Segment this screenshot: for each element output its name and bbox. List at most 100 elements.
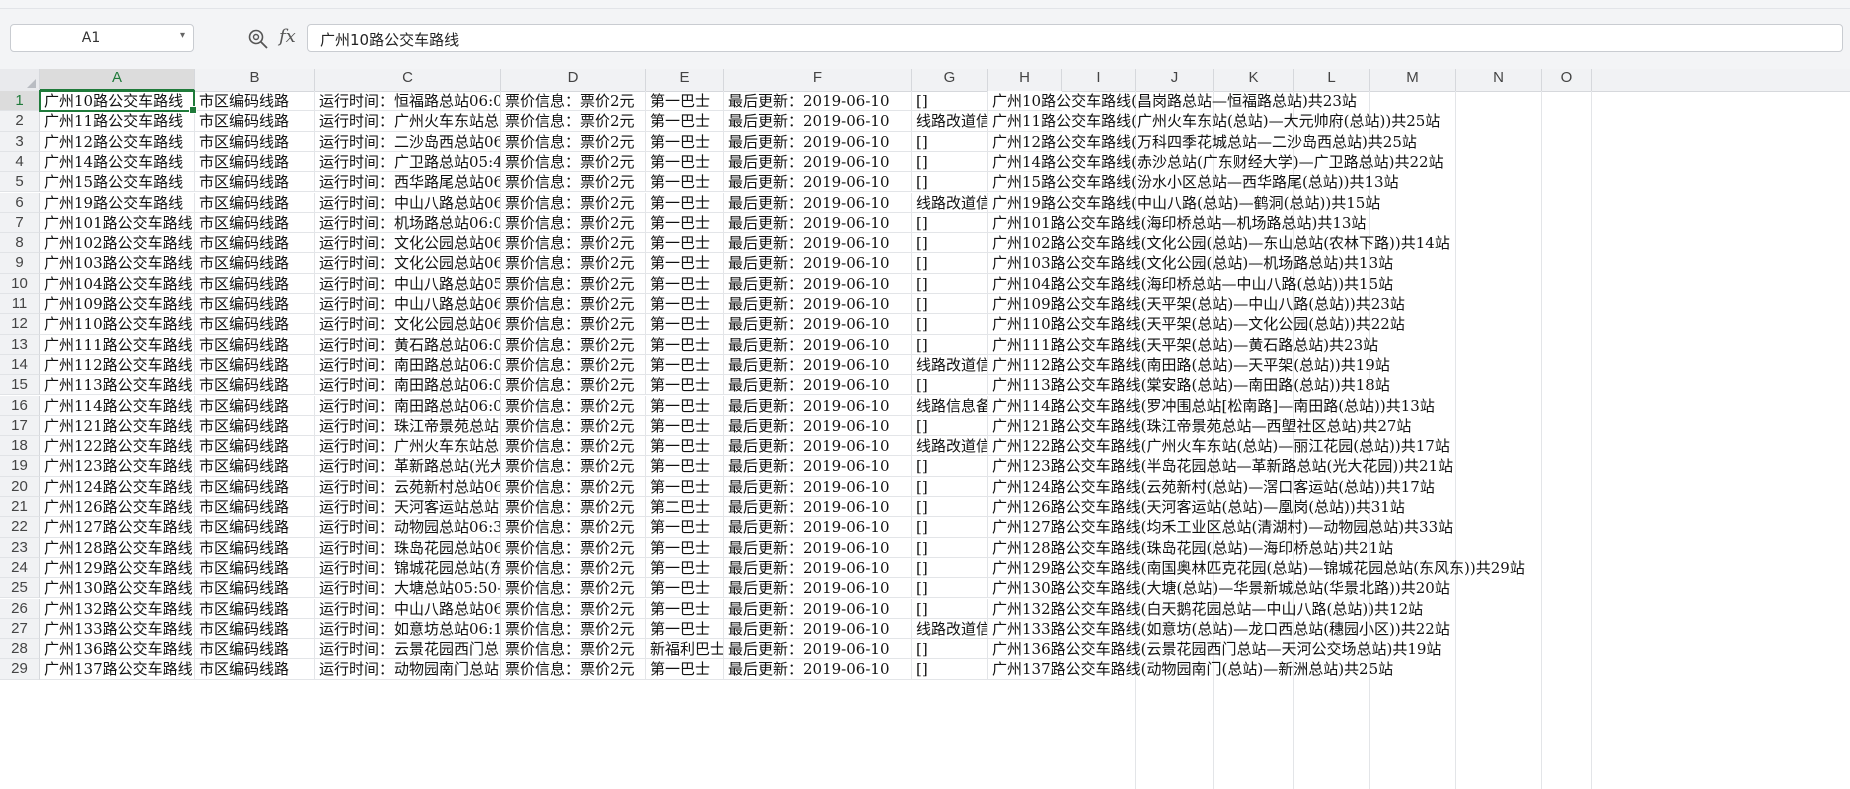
cell-a3[interactable]: 广州12路公交车路线 [40,131,195,152]
cell-d15[interactable]: 票价信息：票价2元 [501,375,646,396]
cell-e14[interactable]: 第一巴士 [646,354,724,376]
cell-a14[interactable]: 广州112路公交车路线 [40,354,195,376]
cell-f17[interactable]: 最后更新：2019-06-10 [724,415,912,437]
cell-a17[interactable]: 广州121路公交车路线 [40,415,195,437]
cell-a7[interactable]: 广州101路公交车路线 [40,212,195,234]
cell-a4[interactable]: 广州14路公交车路线 [40,151,195,173]
cell-f10[interactable]: 最后更新：2019-06-10 [724,273,912,294]
cell-e20[interactable]: 第一巴士 [646,476,724,497]
cell-g6[interactable]: 线路改道信 [912,192,988,213]
cell-b26[interactable]: 市区编码线路 [195,598,315,619]
cell-f14[interactable]: 最后更新：2019-06-10 [724,354,912,376]
cell-a16[interactable]: 广州114路公交车路线 [40,395,195,416]
cell-g29[interactable]: [] [912,659,988,680]
cell-c17[interactable]: 运行时间：珠江帝景苑总站 [315,415,501,437]
cell-d26[interactable]: 票价信息：票价2元 [501,598,646,619]
row-header-21[interactable]: 21 [0,497,40,518]
cell-c12[interactable]: 运行时间：文化公园总站06 [315,314,501,335]
cell-g14[interactable]: 线路改道信 [912,354,988,376]
cell-b9[interactable]: 市区编码线路 [195,253,315,274]
cell-b8[interactable]: 市区编码线路 [195,233,315,254]
cell-e9[interactable]: 第一巴士 [646,253,724,274]
cell-c19[interactable]: 运行时间：革新路总站(光大 [315,456,501,477]
cell-e27[interactable]: 第一巴士 [646,618,724,640]
cell-h12[interactable]: 广州110路公交车路线(天平架(总站)—文化公园(总站))共22站 [988,314,1405,335]
cell-c24[interactable]: 运行时间：锦城花园总站(东 [315,557,501,579]
cell-d7[interactable]: 票价信息：票价2元 [501,212,646,234]
cell-f15[interactable]: 最后更新：2019-06-10 [724,375,912,396]
cell-d22[interactable]: 票价信息：票价2元 [501,517,646,538]
cell-e4[interactable]: 第一巴士 [646,151,724,173]
cell-b20[interactable]: 市区编码线路 [195,476,315,497]
cell-a19[interactable]: 广州123路公交车路线 [40,456,195,477]
cell-c18[interactable]: 运行时间：广州火车东站总 [315,436,501,457]
cell-f24[interactable]: 最后更新：2019-06-10 [724,557,912,579]
cell-d10[interactable]: 票价信息：票价2元 [501,273,646,294]
cell-c14[interactable]: 运行时间：南田路总站06:0 [315,354,501,376]
cell-b1[interactable]: 市区编码线路 [195,91,315,112]
cell-g7[interactable]: [] [912,212,988,234]
cell-a13[interactable]: 广州111路公交车路线 [40,334,195,355]
row-header-12[interactable]: 12 [0,314,40,335]
cell-b15[interactable]: 市区编码线路 [195,375,315,396]
cell-c13[interactable]: 运行时间：黄石路总站06:0 [315,334,501,355]
cell-a20[interactable]: 广州124路公交车路线 [40,476,195,497]
cell-h24[interactable]: 广州129路公交车路线(南国奥林匹克花园(总站)—锦城花园总站(东风东))共29… [988,557,1525,579]
cell-e26[interactable]: 第一巴士 [646,598,724,619]
cell-d21[interactable]: 票价信息：票价2元 [501,497,646,518]
cell-e10[interactable]: 第一巴士 [646,273,724,294]
cell-e28[interactable]: 新福利巴士 [646,639,724,660]
row-header-3[interactable]: 3 [0,131,40,152]
cell-f13[interactable]: 最后更新：2019-06-10 [724,334,912,355]
cell-b10[interactable]: 市区编码线路 [195,273,315,294]
cell-g3[interactable]: [] [912,131,988,152]
cell-e5[interactable]: 第一巴士 [646,172,724,193]
cell-c8[interactable]: 运行时间：文化公园总站06 [315,233,501,254]
cell-e23[interactable]: 第一巴士 [646,537,724,558]
cell-a24[interactable]: 广州129路公交车路线 [40,557,195,579]
name-box-dropdown-icon[interactable]: ▾ [180,30,185,41]
cell-f6[interactable]: 最后更新：2019-06-10 [724,192,912,213]
cell-a12[interactable]: 广州110路公交车路线 [40,314,195,335]
cell-f7[interactable]: 最后更新：2019-06-10 [724,212,912,234]
row-header-10[interactable]: 10 [0,273,40,294]
cell-d9[interactable]: 票价信息：票价2元 [501,253,646,274]
cell-h8[interactable]: 广州102路公交车路线(文化公园(总站)—东山总站(农林下路))共14站 [988,233,1450,254]
cell-h10[interactable]: 广州104路公交车路线(海印桥总站—中山八路(总站))共15站 [988,273,1393,294]
cell-h27[interactable]: 广州133路公交车路线(如意坊(总站)—龙口西总站(穗园小区))共22站 [988,618,1450,640]
cell-d5[interactable]: 票价信息：票价2元 [501,172,646,193]
column-header-e[interactable]: E [646,69,724,91]
cell-c16[interactable]: 运行时间：南田路总站06:0 [315,395,501,416]
column-header-c[interactable]: C [315,69,501,91]
row-header-8[interactable]: 8 [0,233,40,254]
cell-h17[interactable]: 广州121路公交车路线(珠江帝景苑总站—西塱社区总站)共27站 [988,415,1411,437]
cell-f28[interactable]: 最后更新：2019-06-10 [724,639,912,660]
cell-e8[interactable]: 第一巴士 [646,233,724,254]
cell-h26[interactable]: 广州132路公交车路线(白天鹅花园总站—中山八路(总站))共12站 [988,598,1423,619]
row-header-14[interactable]: 14 [0,354,40,376]
cell-h15[interactable]: 广州113路公交车路线(棠安路(总站)—南田路(总站))共18站 [988,375,1390,396]
cell-f22[interactable]: 最后更新：2019-06-10 [724,517,912,538]
cell-b3[interactable]: 市区编码线路 [195,131,315,152]
cell-h21[interactable]: 广州126路公交车路线(天河客运站(总站)—凰岗(总站))共31站 [988,497,1405,518]
column-header-m[interactable]: M [1370,69,1456,91]
row-header-13[interactable]: 13 [0,334,40,355]
cell-d2[interactable]: 票价信息：票价2元 [501,111,646,132]
cell-e19[interactable]: 第一巴士 [646,456,724,477]
row-header-11[interactable]: 11 [0,294,40,315]
cell-h9[interactable]: 广州103路公交车路线(文化公园(总站)—机场路总站)共13站 [988,253,1393,274]
cell-d11[interactable]: 票价信息：票价2元 [501,294,646,315]
cell-b25[interactable]: 市区编码线路 [195,578,315,599]
cell-e18[interactable]: 第一巴士 [646,436,724,457]
row-header-17[interactable]: 17 [0,415,40,437]
cell-e11[interactable]: 第一巴士 [646,294,724,315]
cell-g10[interactable]: [] [912,273,988,294]
cell-c10[interactable]: 运行时间：中山八路总站05 [315,273,501,294]
row-header-28[interactable]: 28 [0,639,40,660]
row-header-25[interactable]: 25 [0,578,40,599]
row-header-5[interactable]: 5 [0,172,40,193]
row-header-20[interactable]: 20 [0,476,40,497]
cell-b29[interactable]: 市区编码线路 [195,659,315,680]
cell-c25[interactable]: 运行时间：大塘总站05:50- [315,578,501,599]
cell-e16[interactable]: 第一巴士 [646,395,724,416]
